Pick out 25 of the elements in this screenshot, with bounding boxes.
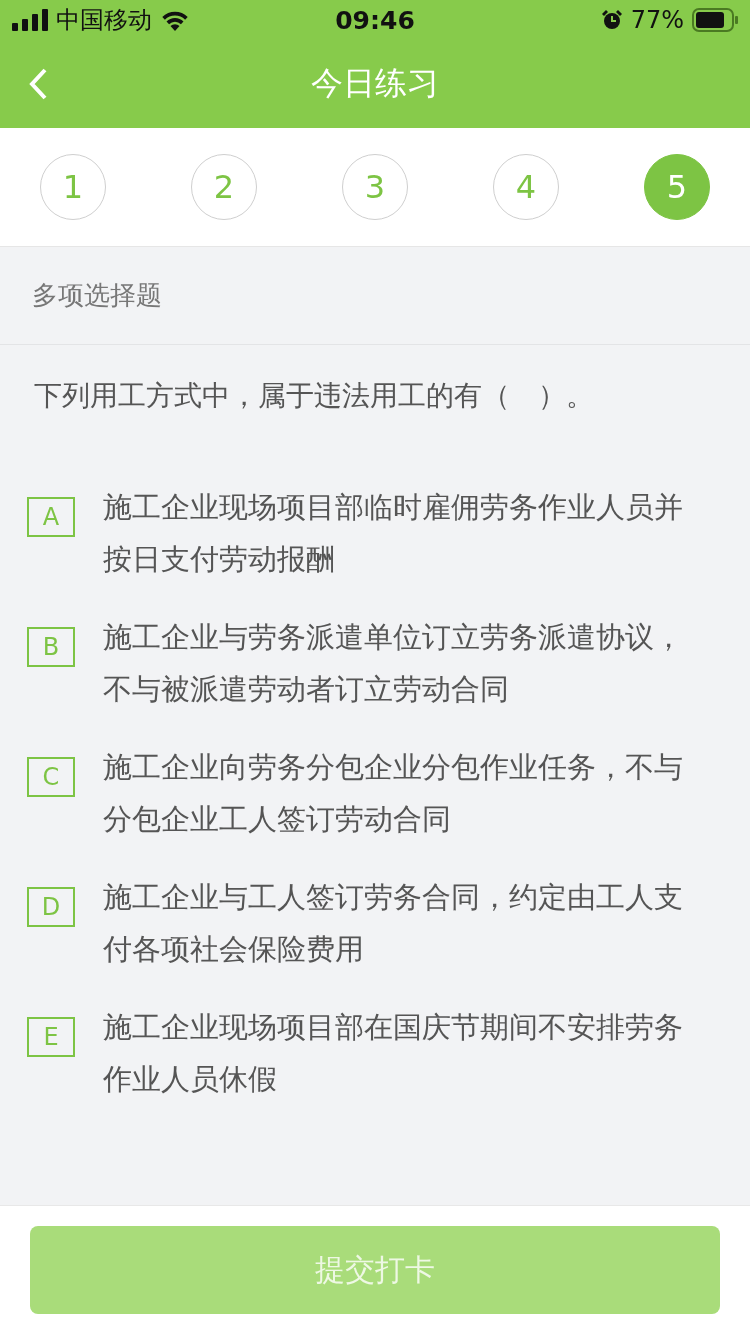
option-letter[interactable]: C [27, 757, 75, 797]
battery-icon [692, 8, 738, 32]
question-number[interactable]: 4 [493, 154, 559, 220]
question-number[interactable]: 1 [40, 154, 106, 220]
alarm-icon [600, 9, 623, 31]
question-number[interactable]: 2 [191, 154, 257, 220]
option-letter[interactable]: D [27, 887, 75, 927]
question-text: 下列用工方式中，属于违法用工的有（ ）。 [34, 378, 595, 414]
battery-percent: 77% [630, 6, 684, 34]
option-letter[interactable]: E [27, 1017, 75, 1057]
option-letter[interactable]: A [27, 497, 75, 537]
option-text[interactable]: 施工企业与工人签订劳务合同，约定由工人支付各项社会保险费用 [103, 871, 703, 975]
option-text[interactable]: 施工企业现场项目部在国庆节期间不安排劳务作业人员休假 [103, 1001, 703, 1105]
question-number[interactable]: 3 [342, 154, 408, 220]
question-type: 多项选择题 [32, 279, 162, 312]
signal-icon [12, 9, 48, 31]
page-title: 今日练习 [311, 63, 439, 104]
clock-time: 09:46 [335, 5, 415, 35]
option-text[interactable]: 施工企业与劳务派遣单位订立劳务派遣协议，不与被派遣劳动者订立劳动合同 [103, 611, 703, 715]
carrier-name: 中国移动 [56, 5, 152, 36]
option-letter[interactable]: B [27, 627, 75, 667]
wifi-icon [160, 9, 190, 31]
option-text[interactable]: 施工企业向劳务分包企业分包作业任务，不与分包企业工人签订劳动合同 [103, 741, 703, 845]
option-text[interactable]: 施工企业现场项目部临时雇佣劳务作业人员并按日支付劳动报酬 [103, 481, 703, 585]
question-number[interactable]: 5 [644, 154, 710, 220]
